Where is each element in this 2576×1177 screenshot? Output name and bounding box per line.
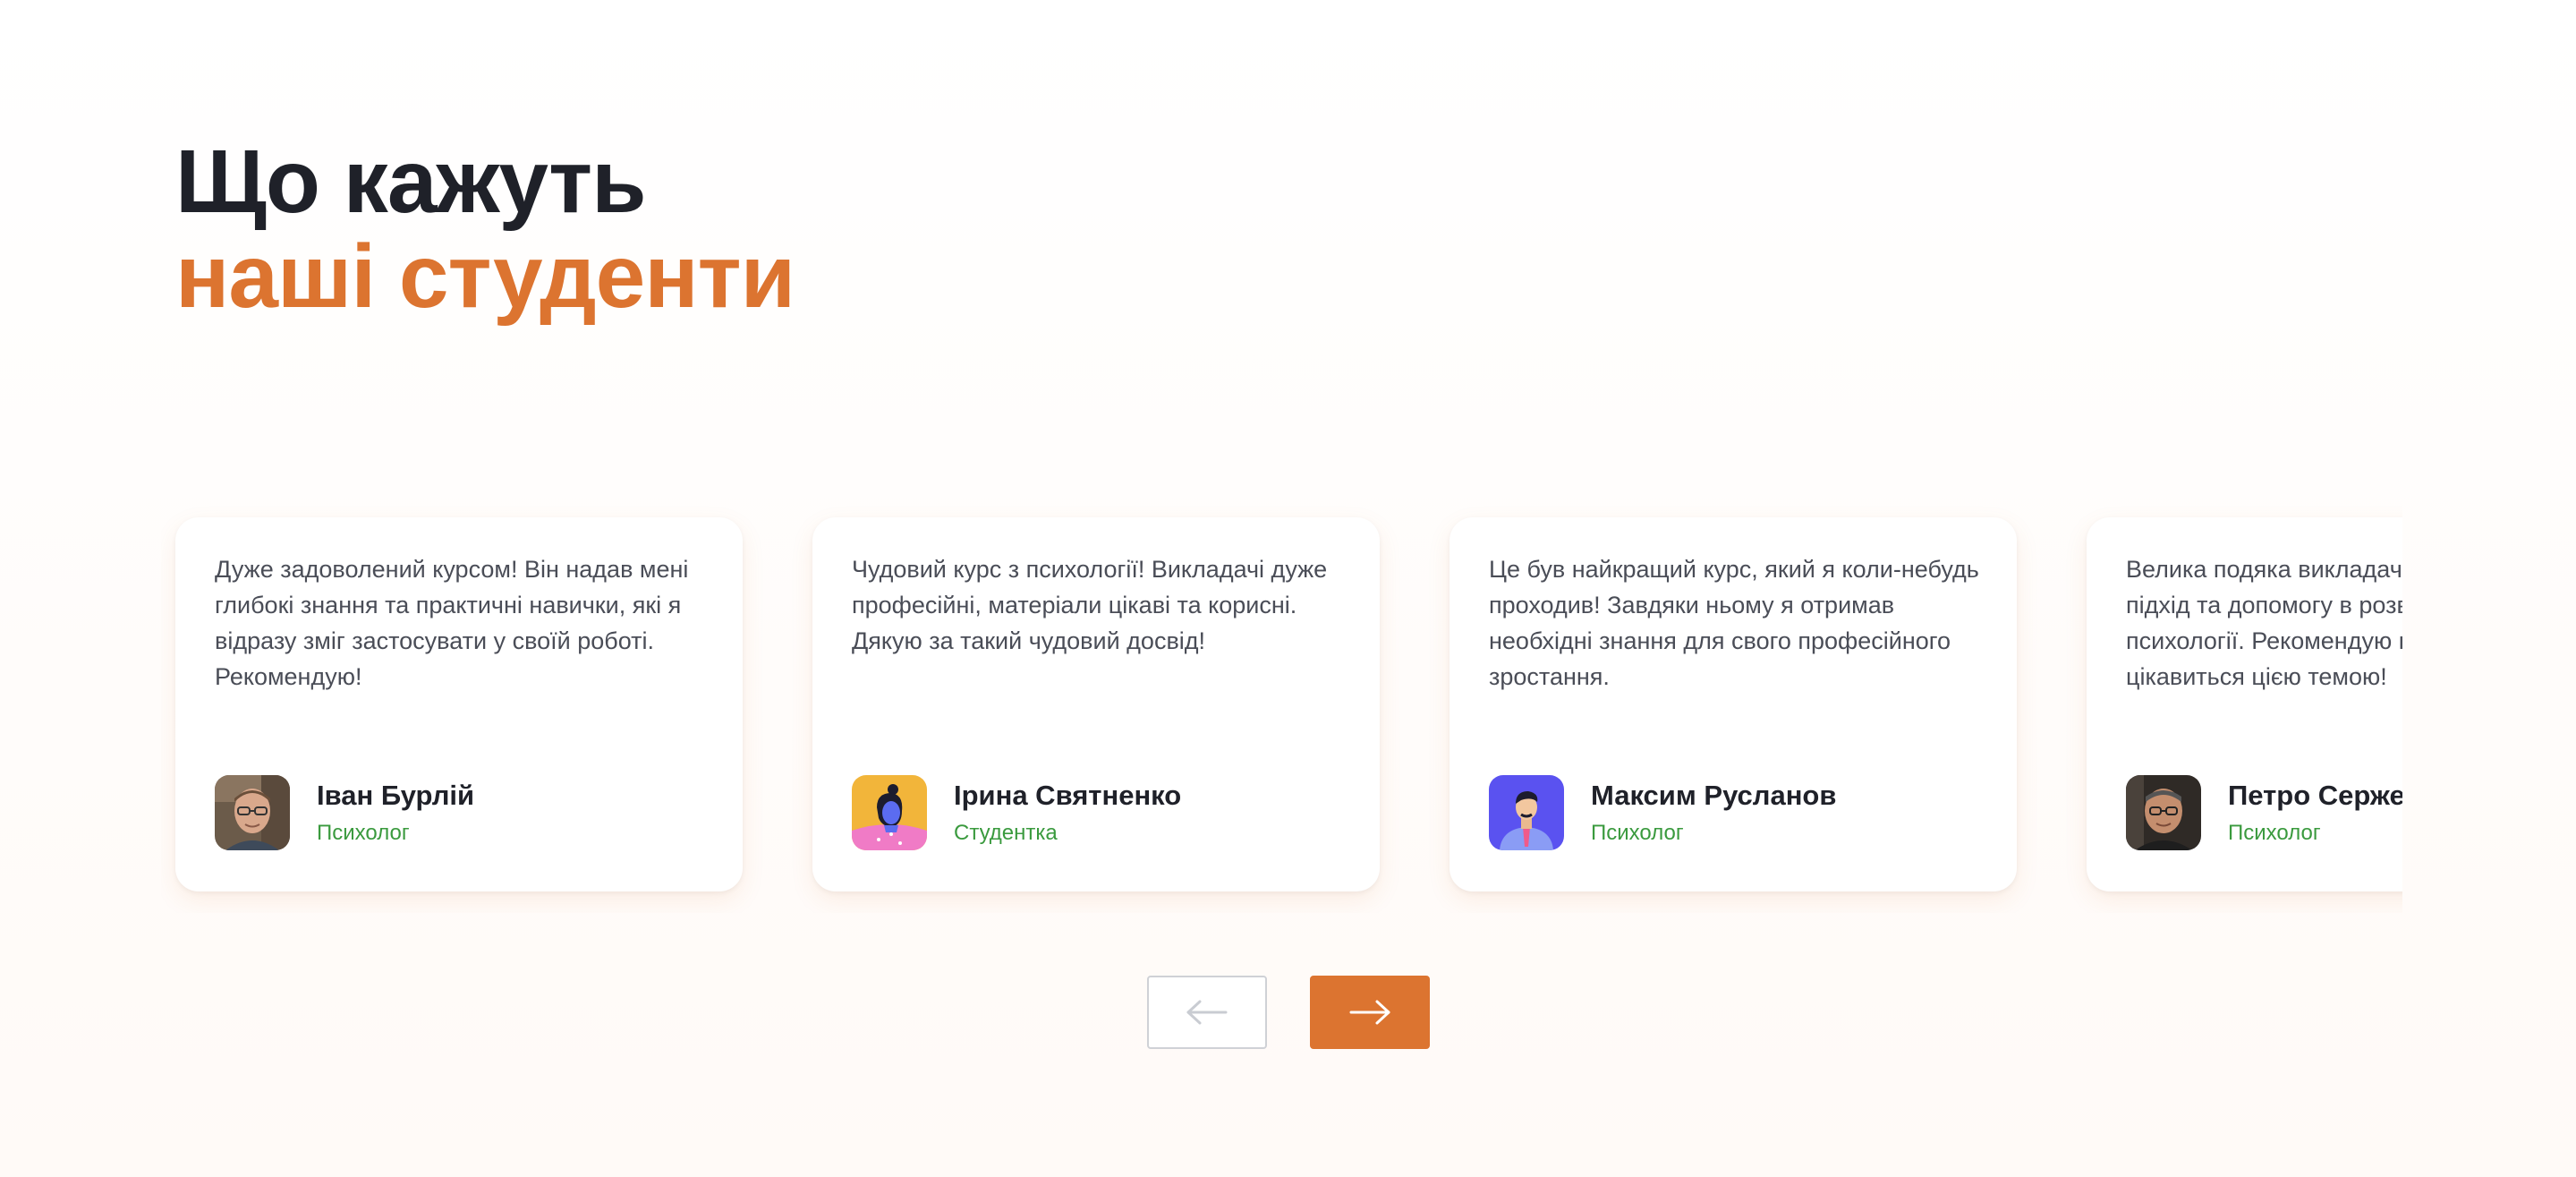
author-role: Психолог: [1591, 821, 1684, 845]
prev-button[interactable]: [1147, 976, 1267, 1049]
avatar: [215, 775, 290, 850]
next-button[interactable]: [1310, 976, 1430, 1049]
section-heading: Що кажуть наші студенти: [175, 134, 795, 324]
avatar: [1489, 775, 1564, 850]
testimonial-author: Петро Сержевич Психолог: [2126, 775, 2402, 850]
man-photo-glasses-icon: [215, 775, 290, 850]
testimonial-card: Дуже задоволений курсом! Він надав мені …: [175, 517, 743, 891]
woman-illustration-icon: [852, 775, 927, 850]
carousel-controls: [1147, 976, 1430, 1049]
testimonial-author: Максим Русланов Психолог: [1489, 775, 1836, 850]
author-role: Психолог: [2228, 821, 2321, 845]
carousel-track: Дуже задоволений курсом! Він надав мені …: [175, 517, 2402, 891]
testimonial-card: Це був найкращий курс, який я коли-небуд…: [1450, 517, 2017, 891]
avatar: [2126, 775, 2201, 850]
testimonials-carousel[interactable]: Дуже задоволений курсом! Він надав мені …: [161, 501, 2402, 913]
testimonial-author: Ірина Святненко Студентка: [852, 775, 1181, 850]
arrow-left-icon: [1186, 1000, 1228, 1025]
author-role: Психолог: [317, 821, 410, 845]
testimonial-card: Велика подяка викладачам за професійний …: [2087, 517, 2402, 891]
testimonial-quote: Чудовий курс з психології! Викладачі дуж…: [852, 556, 1328, 654]
author-name: Ірина Святненко: [954, 780, 1182, 811]
author-name: Петро Сержевич: [2228, 780, 2402, 811]
heading-line-2: наші студенти: [175, 226, 795, 327]
testimonial-quote: Дуже задоволений курсом! Він надав мені …: [215, 556, 689, 690]
testimonial-quote: Це був найкращий курс, який я коли-небуд…: [1489, 556, 1979, 690]
man-photo-older-icon: [2126, 775, 2201, 850]
testimonials-section: Що кажуть наші студенти Дуже задоволений…: [0, 0, 2576, 1177]
heading-line-1: Що кажуть: [175, 132, 647, 232]
arrow-right-icon: [1349, 1000, 1390, 1025]
man-illustration-icon: [1489, 775, 1564, 850]
author-name: Іван Бурлій: [317, 780, 475, 811]
author-role: Студентка: [954, 821, 1058, 845]
testimonial-author: Іван Бурлій Психолог: [215, 775, 474, 850]
testimonial-card: Чудовий курс з психології! Викладачі дуж…: [812, 517, 1380, 891]
testimonial-quote: Велика подяка викладачам за професійний …: [2126, 556, 2402, 690]
avatar: [852, 775, 927, 850]
author-name: Максим Русланов: [1591, 780, 1837, 811]
